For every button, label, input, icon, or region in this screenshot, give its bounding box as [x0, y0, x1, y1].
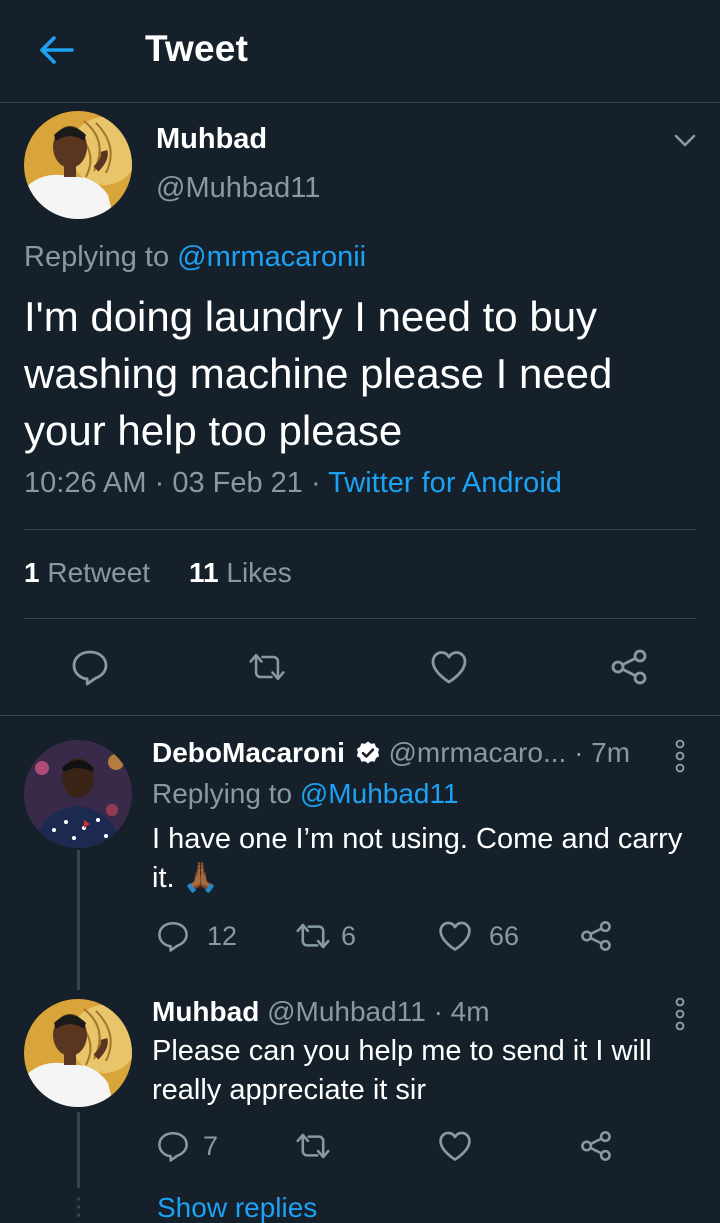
heart-icon	[429, 647, 469, 687]
replying-prefix: Replying to	[24, 241, 170, 273]
share-icon	[609, 647, 649, 687]
reply-text-body: I have one I’m not using. Come and carry…	[152, 823, 683, 894]
replying-to: Replying to @mrmacaronii	[24, 241, 366, 274]
verified-badge-icon	[356, 741, 379, 764]
heart-icon	[435, 1126, 475, 1166]
like-button[interactable]	[435, 1126, 475, 1166]
share-button[interactable]	[609, 647, 649, 687]
share-button[interactable]	[576, 1126, 616, 1166]
reply-author-name[interactable]: Muhbad	[152, 996, 259, 1027]
tweet-meta: 10:26 AM · 03 Feb 21 · Twitter for Andro…	[24, 467, 562, 499]
tweet-page: Tweet Muhbad @Muhbad11 Replying to @mrma…	[0, 0, 720, 1223]
praying-hands-emoji: 🙏🏾	[182, 862, 219, 894]
replying-to-link[interactable]: @mrmacaronii	[177, 241, 366, 273]
avatar[interactable]	[24, 111, 132, 219]
reply-text: I have one I’m not using. Come and carry…	[152, 820, 702, 898]
divider	[24, 529, 696, 530]
reply-icon	[70, 647, 110, 687]
reply-age: 7m	[591, 737, 631, 768]
retweet-button[interactable]	[293, 1126, 333, 1166]
likes-stat[interactable]: 11 Likes	[189, 557, 292, 588]
chevron-down-icon[interactable]	[668, 126, 702, 156]
reply-icon	[153, 1126, 193, 1166]
like-button[interactable]	[429, 647, 469, 687]
author-name[interactable]: Muhbad	[156, 123, 267, 156]
tweet-text: I'm doing laundry I need to buy washing …	[24, 293, 613, 454]
tweet-date: 03 Feb 21	[172, 467, 303, 499]
retweet-icon	[293, 1126, 333, 1166]
reply-text: Please can you help me to send it I will…	[152, 1035, 652, 1106]
tweet-source-link[interactable]: Twitter for Android	[328, 467, 562, 499]
more-options-icon[interactable]	[672, 738, 688, 774]
avatar[interactable]	[24, 740, 132, 848]
replying-to-link[interactable]: @Muhbad11	[300, 778, 459, 809]
author-handle[interactable]: @Muhbad11	[156, 172, 320, 205]
reply-header: Muhbad @Muhbad11 · 4m	[152, 996, 490, 1027]
show-replies-link[interactable]: Show replies	[157, 1192, 317, 1223]
retweet-stat[interactable]: 1 Retweet	[24, 557, 150, 588]
reply-button[interactable]: 7	[153, 1126, 218, 1166]
share-icon	[576, 916, 616, 956]
reply-count: 7	[203, 1130, 219, 1161]
top-bar: Tweet	[0, 0, 720, 103]
page-title: Tweet	[145, 28, 249, 69]
reply-author-handle[interactable]: @Muhbad11	[267, 996, 426, 1027]
like-button[interactable]: 66	[435, 916, 519, 956]
reply-age: 4m	[450, 996, 490, 1027]
thread-line	[77, 850, 80, 990]
back-arrow-icon[interactable]	[34, 28, 78, 72]
retweet-count: 6	[341, 920, 357, 951]
reply-author-name[interactable]: DeboMacaroni	[152, 737, 345, 768]
reply-author-handle[interactable]: @mrmacaro...	[389, 737, 567, 768]
thread-dots	[76, 1196, 81, 1223]
like-count: 66	[489, 920, 520, 951]
reply-button[interactable]	[70, 647, 110, 687]
avatar[interactable]	[24, 999, 132, 1107]
replying-prefix: Replying to	[152, 778, 293, 809]
reply-header: DeboMacaroni @mrmacaro... · 7m	[152, 737, 631, 768]
divider	[24, 618, 696, 619]
share-button[interactable]	[576, 916, 616, 956]
retweet-icon	[293, 916, 333, 956]
divider	[0, 715, 720, 716]
thread-line	[77, 1112, 80, 1188]
more-options-icon[interactable]	[672, 996, 688, 1032]
retweet-button[interactable]	[247, 647, 287, 687]
heart-icon	[435, 916, 475, 956]
tweet-stats: 1 Retweet 11 Likes	[24, 557, 292, 589]
reply-count: 12	[207, 920, 238, 951]
reply-icon	[153, 916, 193, 956]
replying-to: Replying to @Muhbad11	[152, 778, 459, 810]
retweet-button[interactable]: 6	[293, 916, 356, 956]
reply-button[interactable]: 12	[153, 916, 237, 956]
share-icon	[576, 1126, 616, 1166]
retweet-icon	[247, 647, 287, 687]
tweet-time: 10:26 AM	[24, 467, 147, 499]
